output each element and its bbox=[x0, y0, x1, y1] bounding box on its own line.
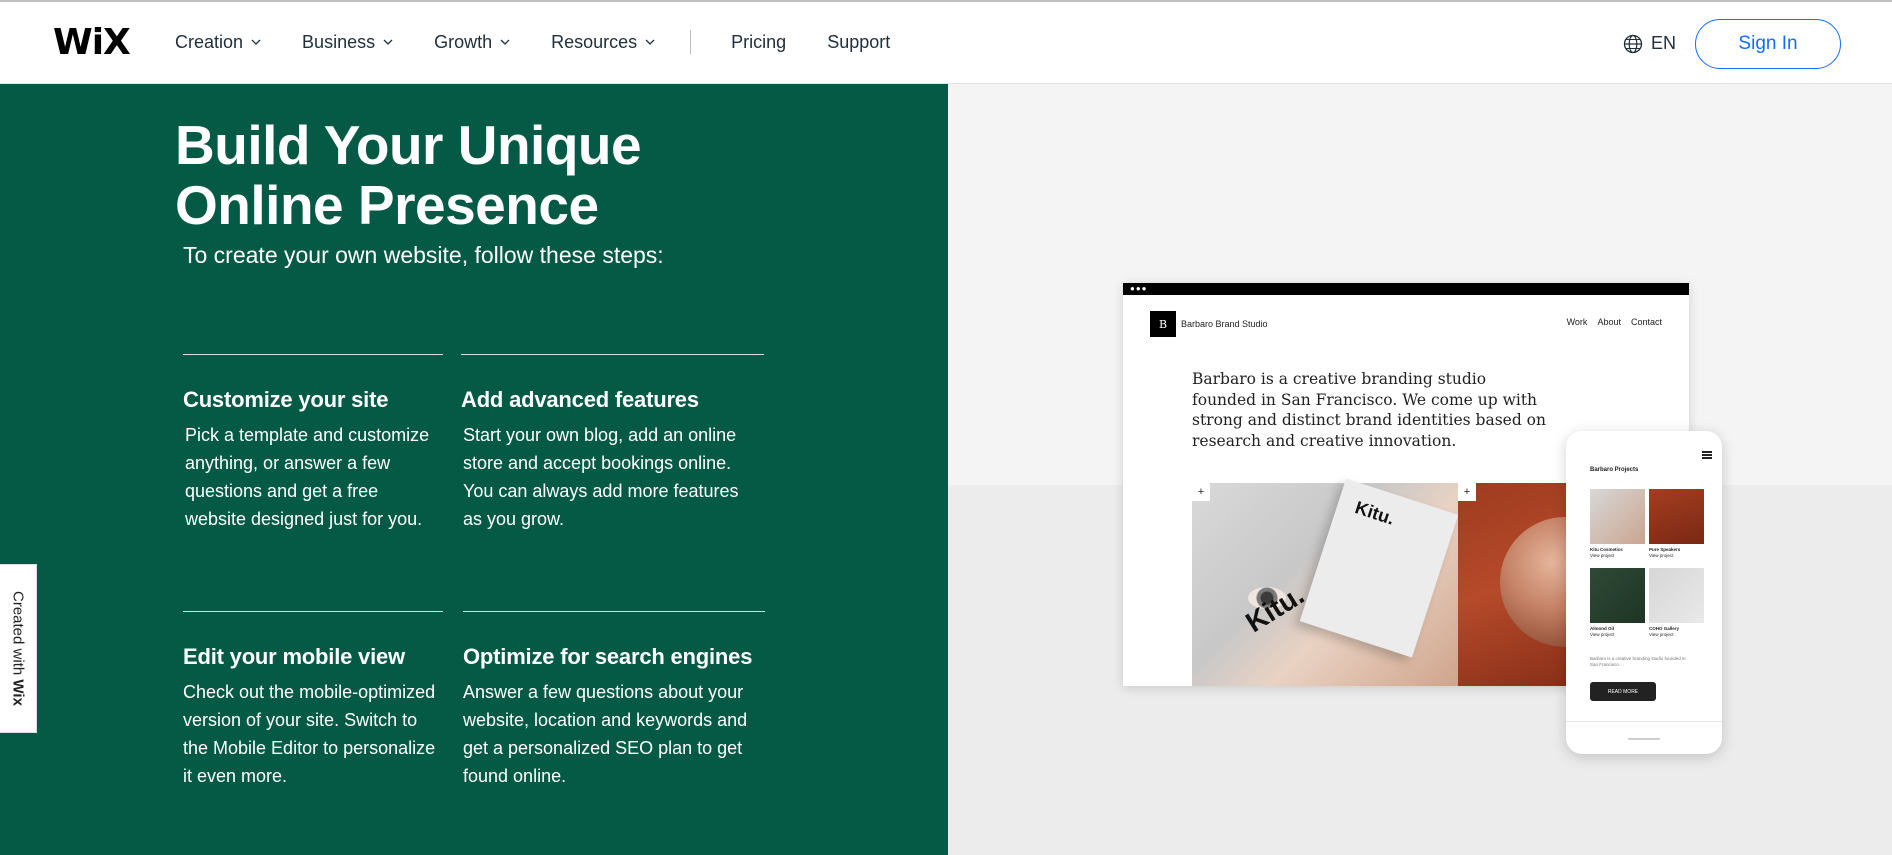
plus-icon: + bbox=[1192, 483, 1210, 501]
chevron-down-icon bbox=[383, 39, 393, 45]
nav-resources[interactable]: Resources bbox=[551, 32, 656, 53]
studio-intro: Barbaro is a creative branding studio fo… bbox=[1192, 370, 1546, 450]
studio-menu-item: Work bbox=[1566, 317, 1588, 327]
project-thumb bbox=[1649, 568, 1704, 623]
studio-logo: B bbox=[1150, 311, 1176, 337]
step-divider bbox=[183, 611, 443, 612]
wix-logo[interactable]: WiX bbox=[53, 22, 131, 63]
step-mobile: Edit your mobile view Check out the mobi… bbox=[183, 611, 443, 790]
plus-icon: + bbox=[1458, 483, 1476, 501]
kitu-cosmetics-image: Kitu. Kitu. bbox=[1192, 478, 1459, 686]
step-title: Add advanced features bbox=[461, 387, 699, 412]
nav-business[interactable]: Business bbox=[302, 32, 394, 53]
hero-panel: Build Your Unique Online Presence To cre… bbox=[0, 84, 948, 855]
cream-box-illustration: Kitu. bbox=[1299, 478, 1459, 658]
project-caption: Pure Speakers View project bbox=[1649, 547, 1681, 558]
box-label: Kitu. bbox=[1352, 497, 1397, 529]
phone-title: Barbaro Projects bbox=[1590, 467, 1639, 473]
sign-in-button[interactable]: Sign In bbox=[1695, 19, 1841, 69]
site-header: WiX Creation Business Growth Resources P… bbox=[0, 2, 1892, 84]
language-label: EN bbox=[1651, 33, 1677, 53]
created-with-wix-badge[interactable]: Created with Wix bbox=[0, 564, 37, 733]
project-thumb bbox=[1649, 489, 1704, 544]
home-indicator bbox=[1628, 738, 1660, 740]
step-text: Pick a template and customize anything, … bbox=[185, 425, 430, 529]
step-title: Edit your mobile view bbox=[183, 644, 405, 669]
main-nav: Creation Business Growth Resources Prici… bbox=[175, 30, 931, 54]
read-more-button: READ MORE bbox=[1590, 682, 1656, 701]
hero-subtitle: To create your own website, follow these… bbox=[183, 242, 664, 268]
project-caption: Almond Oil View project bbox=[1590, 626, 1615, 637]
studio-menu-item: About bbox=[1597, 317, 1621, 327]
chevron-down-icon bbox=[251, 39, 261, 45]
badge-brand: Wix bbox=[9, 679, 27, 706]
studio-menu-item: Contact bbox=[1630, 317, 1662, 327]
step-customize: Customize your site Pick a template and … bbox=[183, 354, 443, 533]
step-title: Optimize for search engines bbox=[463, 644, 753, 669]
step-advanced: Add advanced features Start your own blo… bbox=[461, 354, 764, 533]
badge-prefix: Created with bbox=[9, 591, 27, 680]
project-thumb bbox=[1590, 568, 1645, 623]
step-divider bbox=[183, 354, 443, 355]
chevron-down-icon bbox=[645, 39, 655, 45]
studio-name: Barbaro Brand Studio bbox=[1181, 319, 1268, 329]
hero-title: Build Your Unique Online Presence bbox=[175, 114, 642, 236]
nav-support[interactable]: Support bbox=[827, 32, 890, 53]
project-caption: COHO Gallery View project bbox=[1649, 626, 1680, 637]
nav-creation[interactable]: Creation bbox=[175, 32, 262, 53]
step-divider bbox=[463, 611, 765, 612]
step-divider bbox=[461, 354, 764, 355]
nav-growth[interactable]: Growth bbox=[434, 32, 511, 53]
project-thumb bbox=[1590, 489, 1645, 544]
phone-mockup: Barbaro Projects Kitu Cosmetics View pro… bbox=[1566, 431, 1722, 754]
step-title: Customize your site bbox=[183, 387, 389, 412]
studio-menu: Work About Contact bbox=[1567, 317, 1662, 327]
nav-pricing[interactable]: Pricing bbox=[731, 32, 786, 53]
nav-divider bbox=[690, 30, 692, 54]
step-seo: Optimize for search engines Answer a few… bbox=[463, 611, 765, 790]
globe-icon bbox=[1623, 34, 1643, 53]
phone-divider bbox=[1566, 721, 1722, 722]
step-text: Check out the mobile-optimized version o… bbox=[183, 682, 436, 786]
hamburger-menu-icon bbox=[1702, 451, 1712, 459]
window-dots-icon: ●●● bbox=[1130, 284, 1148, 293]
language-selector[interactable]: EN bbox=[1623, 33, 1676, 54]
browser-bar: ●●● bbox=[1123, 283, 1689, 295]
step-text: Start your own blog, add an online store… bbox=[463, 425, 739, 529]
project-caption: Kitu Cosmetics View project bbox=[1590, 547, 1623, 558]
phone-description: Barbaro is a creative branding studio fo… bbox=[1590, 656, 1686, 667]
step-text: Answer a few questions about your websit… bbox=[463, 682, 748, 786]
chevron-down-icon bbox=[500, 39, 510, 45]
